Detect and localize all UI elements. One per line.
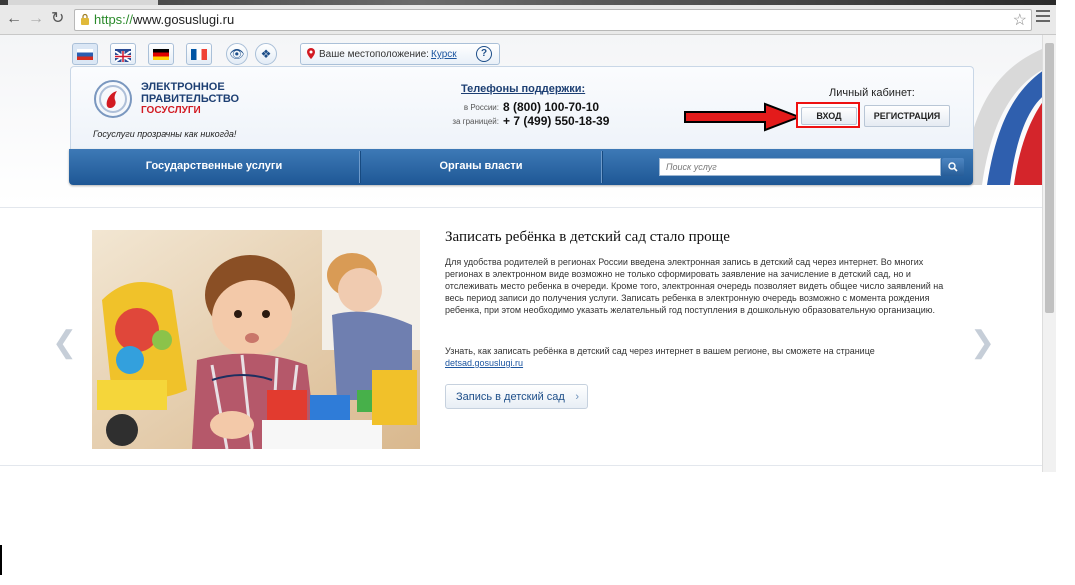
login-highlight: ВХОД xyxy=(796,102,860,128)
divider xyxy=(0,465,1042,466)
bookmark-star-icon[interactable]: ☆ xyxy=(1013,10,1027,30)
lang-de-button[interactable] xyxy=(148,43,174,65)
lang-en-button[interactable] xyxy=(110,43,136,65)
register-button[interactable]: РЕГИСТРАЦИЯ xyxy=(864,105,950,127)
browser-menu-icon[interactable] xyxy=(1036,10,1050,25)
nav-divider xyxy=(601,151,603,183)
back-arrow-icon[interactable]: ← xyxy=(6,11,22,27)
nav-authorities[interactable]: Органы власти xyxy=(361,149,601,185)
kindergarten-enroll-button[interactable]: Запись в детский сад › xyxy=(445,384,588,409)
scrollbar-thumb[interactable] xyxy=(1045,43,1054,313)
browser-tab[interactable] xyxy=(8,0,158,5)
article-title: Записать ребёнка в детский сад стало про… xyxy=(445,229,730,245)
address-bar[interactable]: https://www.gosuslugi.ru ☆ xyxy=(74,9,1032,31)
kindergarten-enroll-label: Запись в детский сад xyxy=(456,391,565,403)
location-selector[interactable]: Ваше местоположение: Курск ? xyxy=(300,43,500,65)
lang-ru-button[interactable] xyxy=(72,43,98,65)
forward-arrow-icon[interactable]: → xyxy=(28,11,44,27)
main-navigation: Государственные услуги Органы власти Пои… xyxy=(69,149,973,185)
compass-icon[interactable]: ❖ xyxy=(255,43,277,65)
russia-phone: 8 (800) 100-70-10 xyxy=(503,100,600,114)
lang-fr-button[interactable] xyxy=(186,43,212,65)
browser-toolbar: ← → ↻ https://www.gosuslugi.ru ☆ xyxy=(0,0,1056,35)
article-body: Для удобства родителей в регионах России… xyxy=(445,257,944,315)
search-icon xyxy=(948,162,958,172)
slogan: Госуслуги прозрачны как никогда! xyxy=(93,129,237,139)
gosuslugi-logo-icon[interactable] xyxy=(93,79,133,119)
divider xyxy=(0,207,1042,208)
support-title[interactable]: Телефоны поддержки: xyxy=(461,83,585,95)
detsad-link[interactable]: detsad.gosuslugi.ru xyxy=(445,358,523,368)
help-icon[interactable]: ? xyxy=(476,46,492,62)
tab-strip xyxy=(0,0,1056,5)
uk-flag-icon xyxy=(114,49,132,63)
search-button[interactable] xyxy=(942,158,964,176)
account-label: Личный кабинет: xyxy=(829,87,915,99)
chevron-right-icon: › xyxy=(575,391,579,403)
article-more: Узнать, как записать ребёнка в детский с… xyxy=(445,346,875,368)
france-flag-icon xyxy=(191,49,207,60)
location-label: Ваше местоположение: xyxy=(319,49,429,60)
url-text: https://www.gosuslugi.ru xyxy=(94,12,235,27)
reload-icon[interactable]: ↻ xyxy=(51,11,64,27)
gosuslugi-page: 👁 ❖ Ваше местоположение: Курск ? ЭЛЕКТРО… xyxy=(0,35,1042,472)
browser-window: ← → ↻ https://www.gosuslugi.ru ☆ 👁 ❖ Ваш… xyxy=(0,0,1056,472)
russia-flag-icon xyxy=(77,49,93,60)
location-city-link[interactable]: Курск xyxy=(431,49,457,60)
abroad-phone: + 7 (499) 550-18-39 xyxy=(503,114,610,128)
germany-flag-icon xyxy=(153,49,169,60)
lock-icon xyxy=(81,13,89,25)
screen-edge xyxy=(0,545,2,575)
kids-photo xyxy=(92,230,420,449)
search-input[interactable]: Поиск услуг xyxy=(659,158,941,176)
logo-text[interactable]: ЭЛЕКТРОННОЕ ПРАВИТЕЛЬСТВО ГОСУСЛУГИ xyxy=(141,81,239,117)
nav-services[interactable]: Государственные услуги xyxy=(69,149,359,185)
login-button[interactable]: ВХОД xyxy=(801,107,857,125)
slider-prev-chevron-icon[interactable]: ❮ xyxy=(52,325,77,360)
red-arrow-annotation xyxy=(684,102,802,132)
slider-next-chevron-icon[interactable]: ❯ xyxy=(970,325,995,360)
accessibility-eye-icon[interactable]: 👁 xyxy=(226,43,248,65)
scrollbar[interactable] xyxy=(1042,35,1056,472)
location-pin-icon xyxy=(307,48,315,59)
site-header: ЭЛЕКТРОННОЕ ПРАВИТЕЛЬСТВО ГОСУСЛУГИ Госу… xyxy=(70,66,974,150)
